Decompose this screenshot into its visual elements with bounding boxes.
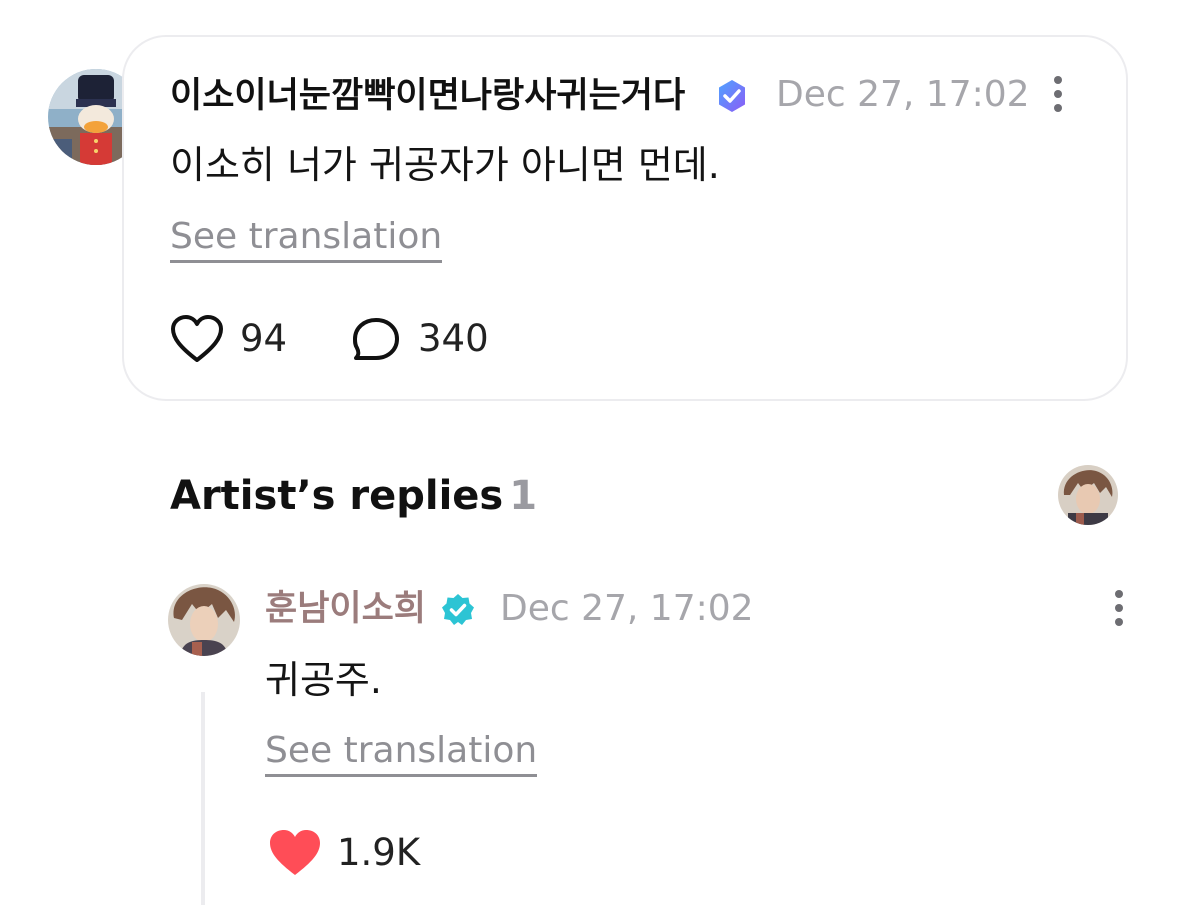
reply-more-icon[interactable]: [1114, 590, 1124, 634]
speech-bubble-icon[interactable]: [350, 316, 402, 364]
comment-more-icon[interactable]: [1053, 76, 1063, 120]
artist-replies-avatar[interactable]: [1058, 465, 1118, 525]
reply-author-avatar[interactable]: [168, 584, 240, 656]
heart-outline-icon[interactable]: [170, 314, 224, 364]
reply-like-count: 1.9K: [337, 831, 421, 874]
comment-reply-count: 340: [418, 317, 489, 360]
verified-badge-icon: [714, 78, 750, 114]
heart-filled-icon[interactable]: [268, 828, 322, 878]
artist-replies-heading: Artist’s replies 1: [170, 472, 537, 520]
comment-timestamp: Dec 27, 17:02: [776, 74, 1030, 115]
verified-badge-icon: [440, 592, 476, 628]
comment-text: 이소히 너가 귀공자가 아니면 먼데.: [170, 143, 720, 187]
artist-replies-title: Artist’s replies: [170, 473, 504, 519]
reply-see-translation-link[interactable]: See translation: [265, 729, 538, 777]
comment-see-translation-link[interactable]: See translation: [170, 215, 443, 263]
reply-author-name[interactable]: 훈남이소희: [265, 587, 426, 631]
reply-thread-line: [201, 692, 205, 905]
reply-timestamp: Dec 27, 17:02: [500, 588, 754, 629]
comment-author-name[interactable]: 이소이너눈깜빡이면나랑사귀는거다: [170, 74, 685, 118]
comment-like-count: 94: [240, 317, 288, 360]
artist-replies-count: 1: [509, 473, 538, 519]
reply-text: 귀공주.: [265, 658, 382, 702]
